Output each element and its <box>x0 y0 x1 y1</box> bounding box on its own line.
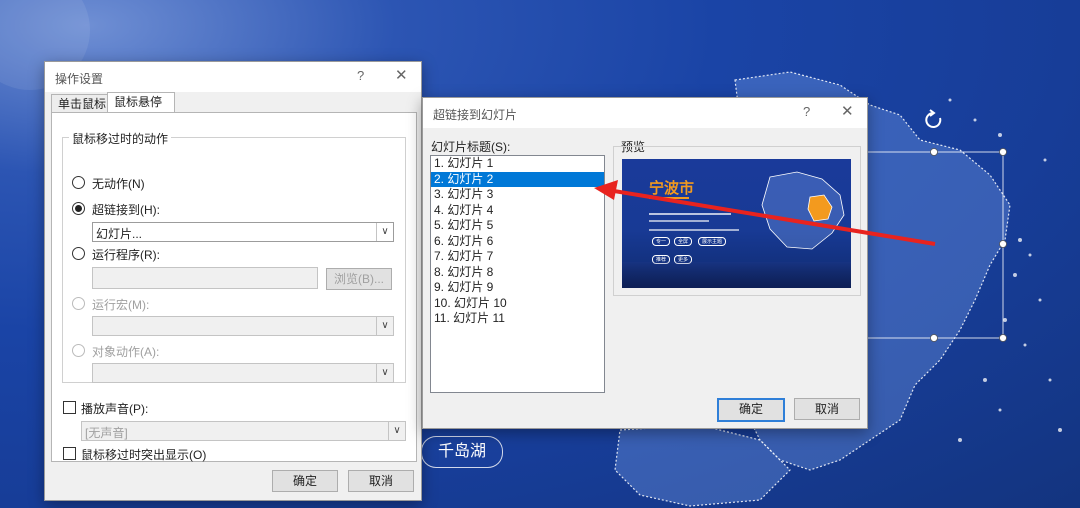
program-path-input[interactable] <box>92 267 318 289</box>
tab-mouse-click[interactable]: 单击鼠标 <box>51 94 115 114</box>
dialog-title: 超链接到幻灯片 <box>433 108 518 122</box>
list-item[interactable]: 3. 幻灯片 3 <box>431 187 604 203</box>
browse-button[interactable]: 浏览(B)... <box>326 268 392 290</box>
list-item[interactable]: 9. 幻灯片 9 <box>431 280 604 296</box>
hyperlink-select-value: 幻灯片... <box>96 227 143 241</box>
close-icon[interactable]: ✕ <box>395 66 408 84</box>
preview-cityscape <box>622 262 851 288</box>
list-item[interactable]: 4. 幻灯片 4 <box>431 203 604 219</box>
help-button[interactable]: ? <box>803 104 810 119</box>
play-sound-checkbox[interactable] <box>63 401 76 414</box>
list-item[interactable]: 6. 幻灯片 6 <box>431 234 604 250</box>
cancel-button[interactable]: 取消 <box>794 398 860 420</box>
slide-list-label: 幻灯片标题(S): <box>431 140 511 154</box>
list-item[interactable]: 1. 幻灯片 1 <box>431 156 604 172</box>
run-macro-label: 运行宏(M): <box>92 298 150 312</box>
sound-select[interactable]: [无声音] ∨ <box>81 421 406 441</box>
tab-panel: 鼠标移过时的动作 无动作(N) 超链接到(H): 幻灯片... ∨ 运行程序(R… <box>51 112 417 462</box>
cancel-button[interactable]: 取消 <box>348 470 414 492</box>
close-icon[interactable]: ✕ <box>841 102 854 120</box>
title-bar: 超链接到幻灯片 ? ✕ <box>423 98 867 128</box>
chevron-down-icon: ∨ <box>376 223 393 241</box>
group-title: 鼠标移过时的动作 <box>69 130 172 147</box>
list-item[interactable]: 5. 幻灯片 5 <box>431 218 604 234</box>
no-action-radio[interactable] <box>72 176 85 189</box>
title-bar: 操作设置 ? ✕ <box>45 62 421 92</box>
object-action-select[interactable]: ∨ <box>92 363 394 383</box>
annotation-arrow <box>594 180 936 246</box>
tab-mouse-hover[interactable]: 鼠标悬停 <box>107 92 175 113</box>
list-item[interactable]: 10. 幻灯片 10 <box>431 296 604 312</box>
highlight-checkbox[interactable] <box>63 447 76 460</box>
chevron-down-icon: ∨ <box>388 422 405 440</box>
sound-select-value: [无声音] <box>85 426 128 440</box>
help-button[interactable]: ? <box>357 68 364 83</box>
macro-select[interactable]: ∨ <box>92 316 394 336</box>
slide-list[interactable]: 1. 幻灯片 1 2. 幻灯片 2 3. 幻灯片 3 4. 幻灯片 4 5. 幻… <box>430 155 605 393</box>
rotate-handle-icon <box>925 109 942 128</box>
no-action-label: 无动作(N) <box>92 177 145 191</box>
chevron-down-icon: ∨ <box>376 364 393 382</box>
ok-button[interactable]: 确定 <box>717 398 785 422</box>
object-action-radio[interactable] <box>72 344 85 357</box>
run-program-label: 运行程序(R): <box>92 248 160 262</box>
list-item[interactable]: 8. 幻灯片 8 <box>431 265 604 281</box>
highlight-label: 鼠标移过时突出显示(O) <box>81 448 207 462</box>
run-program-radio[interactable] <box>72 247 85 260</box>
list-item[interactable]: 7. 幻灯片 7 <box>431 249 604 265</box>
hyperlink-select[interactable]: 幻灯片... ∨ <box>92 222 394 242</box>
action-settings-dialog: 操作设置 ? ✕ 单击鼠标 鼠标悬停 鼠标移过时的动作 无动作(N) 超链接到(… <box>44 61 422 501</box>
chevron-down-icon: ∨ <box>376 317 393 335</box>
map-place-label: 千岛湖 <box>421 436 503 468</box>
hyperlink-radio[interactable] <box>72 202 85 215</box>
dialog-title: 操作设置 <box>55 72 104 86</box>
hyperlink-label: 超链接到(H): <box>92 203 160 217</box>
ok-button[interactable]: 确定 <box>272 470 338 492</box>
run-macro-radio[interactable] <box>72 297 85 310</box>
object-action-label: 对象动作(A): <box>92 345 160 359</box>
play-sound-label: 播放声音(P): <box>81 402 149 416</box>
list-item[interactable]: 2. 幻灯片 2 <box>431 171 604 187</box>
list-item[interactable]: 11. 幻灯片 11 <box>431 311 604 327</box>
